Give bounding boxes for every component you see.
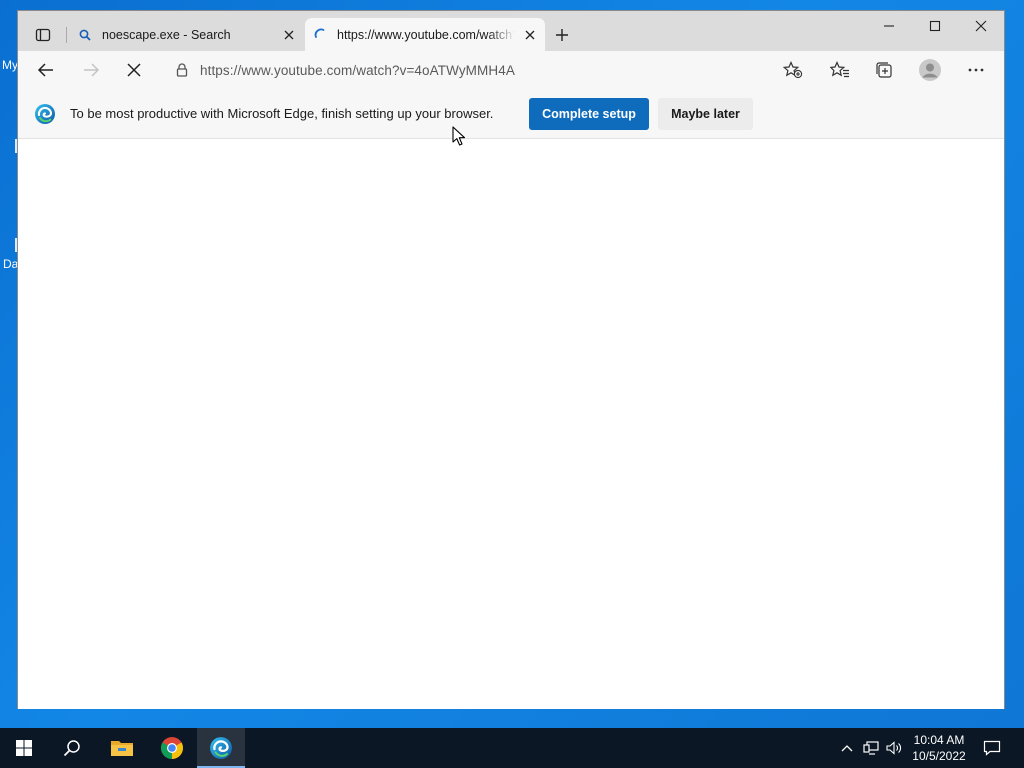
loading-spinner-icon xyxy=(305,28,337,42)
page-content[interactable] xyxy=(18,140,1004,709)
taskbar-chrome[interactable] xyxy=(148,728,196,768)
action-center-button[interactable] xyxy=(976,728,1008,768)
navigation-toolbar: https://www.youtube.com/watch?v=4oATWyMM… xyxy=(18,51,1004,89)
close-icon xyxy=(284,30,294,39)
arrow-right-icon xyxy=(84,63,100,77)
close-window-button[interactable] xyxy=(958,11,1004,41)
back-button[interactable] xyxy=(30,55,62,85)
complete-setup-button[interactable]: Complete setup xyxy=(529,98,649,130)
close-tab-button[interactable] xyxy=(515,30,545,40)
desktop-icon-label[interactable]: My xyxy=(2,58,18,72)
show-hidden-icons-button[interactable] xyxy=(836,728,858,768)
mouse-cursor-icon xyxy=(452,126,466,146)
maximize-icon xyxy=(929,20,941,32)
taskbar-search-button[interactable] xyxy=(48,728,96,768)
forward-button[interactable] xyxy=(75,55,107,85)
address-bar[interactable]: https://www.youtube.com/watch?v=4oATWyMM… xyxy=(164,55,772,85)
clock-time: 10:04 AM xyxy=(913,733,965,747)
stop-loading-button[interactable] xyxy=(118,55,150,85)
star-add-icon xyxy=(783,61,803,79)
notification-icon xyxy=(983,740,1001,756)
add-favorite-button[interactable] xyxy=(777,55,809,85)
clock-date: 10/5/2022 xyxy=(912,749,966,763)
infobar-message: To be most productive with Microsoft Edg… xyxy=(70,106,494,121)
minimize-icon xyxy=(884,25,894,27)
new-tab-button[interactable] xyxy=(549,22,575,48)
settings-menu-button[interactable] xyxy=(960,55,992,85)
edge-icon xyxy=(210,737,232,759)
tab-separator xyxy=(66,27,67,43)
tab-strip: noescape.exe - Search https://www.youtub… xyxy=(18,11,1004,51)
edge-logo-icon xyxy=(35,104,55,124)
arrow-left-icon xyxy=(37,63,53,77)
network-icon xyxy=(863,741,879,755)
taskbar-file-explorer[interactable] xyxy=(98,728,146,768)
tab-actions-button[interactable] xyxy=(26,20,60,50)
search-icon xyxy=(63,740,80,757)
maximize-button[interactable] xyxy=(912,11,958,41)
close-icon xyxy=(525,30,535,39)
address-input[interactable]: https://www.youtube.com/watch?v=4oATWyMM… xyxy=(200,63,515,78)
browser-window: noescape.exe - Search https://www.youtub… xyxy=(17,10,1005,709)
volume-button[interactable] xyxy=(883,728,905,768)
tab-title: noescape.exe - Search xyxy=(102,27,231,42)
start-icon xyxy=(16,740,32,756)
close-tab-button[interactable] xyxy=(274,30,304,40)
search-icon xyxy=(68,29,102,41)
plus-icon xyxy=(556,29,568,41)
tab-title: https://www.youtube.com/watch?v=4oATWyMM… xyxy=(337,27,515,42)
start-button[interactable] xyxy=(0,728,48,768)
taskbar-edge[interactable] xyxy=(197,728,245,768)
minimize-button[interactable] xyxy=(866,11,912,41)
chevron-up-icon xyxy=(841,745,853,752)
tab-actions-icon xyxy=(35,28,51,42)
profile-button[interactable] xyxy=(914,55,946,85)
taskbar-clock[interactable]: 10:04 AM 10/5/2022 xyxy=(906,732,972,764)
maybe-later-button[interactable]: Maybe later xyxy=(658,98,753,130)
tab-youtube[interactable]: https://www.youtube.com/watch?v=4oATWyMM… xyxy=(305,18,545,51)
favorites-button[interactable] xyxy=(824,55,856,85)
more-icon xyxy=(968,68,984,72)
taskbar: 10:04 AM 10/5/2022 xyxy=(0,728,1024,768)
chrome-icon xyxy=(161,737,183,759)
close-icon xyxy=(127,63,141,77)
tab-search[interactable]: noescape.exe - Search xyxy=(68,18,304,51)
close-icon xyxy=(975,20,987,32)
avatar xyxy=(919,59,941,81)
collections-button[interactable] xyxy=(868,55,900,85)
setup-infobar: To be most productive with Microsoft Edg… xyxy=(18,89,1004,139)
lock-icon[interactable] xyxy=(164,63,200,77)
collections-icon xyxy=(876,62,892,78)
network-button[interactable] xyxy=(860,728,882,768)
favorites-icon xyxy=(830,61,849,78)
file-explorer-icon xyxy=(111,741,133,756)
volume-icon xyxy=(886,741,901,755)
